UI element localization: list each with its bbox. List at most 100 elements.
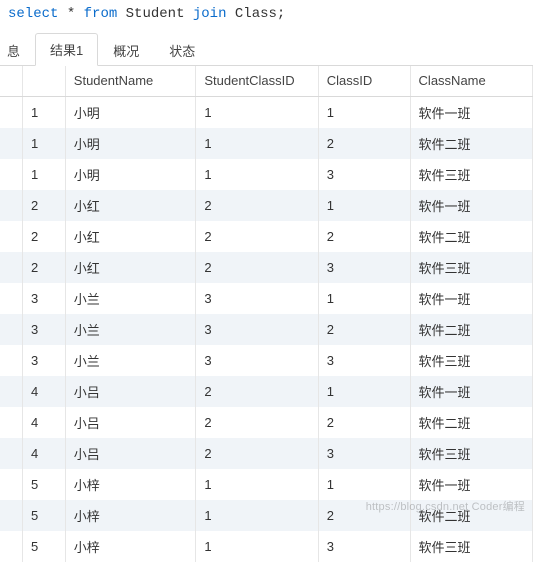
- cell-studentclassid[interactable]: 2: [196, 407, 318, 438]
- tab-result1[interactable]: 结果1: [35, 33, 98, 66]
- cell-classid[interactable]: 2: [318, 128, 410, 159]
- cell-classname[interactable]: 软件一班: [410, 96, 532, 128]
- cell-studentid[interactable]: 1: [22, 128, 65, 159]
- table-row[interactable]: 1小明11软件一班: [0, 96, 533, 128]
- cell-classid[interactable]: 2: [318, 407, 410, 438]
- cell-studentclassid[interactable]: 2: [196, 221, 318, 252]
- cell-classname[interactable]: 软件一班: [410, 376, 532, 407]
- cell-studentid[interactable]: 5: [22, 469, 65, 500]
- cell-studentid[interactable]: 2: [22, 190, 65, 221]
- cell-studentname[interactable]: 小明: [65, 128, 196, 159]
- cell-classname[interactable]: 软件三班: [410, 159, 532, 190]
- cell-studentid[interactable]: 5: [22, 500, 65, 531]
- cell-classid[interactable]: 2: [318, 221, 410, 252]
- cell-studentname[interactable]: 小红: [65, 190, 196, 221]
- cell-studentclassid[interactable]: 2: [196, 376, 318, 407]
- col-header-studentid[interactable]: [22, 66, 65, 96]
- col-header-classid[interactable]: ClassID: [318, 66, 410, 96]
- cell-studentname[interactable]: 小兰: [65, 314, 196, 345]
- cell-studentclassid[interactable]: 1: [196, 531, 318, 562]
- table-row[interactable]: 4小吕23软件三班: [0, 438, 533, 469]
- cell-rownum[interactable]: [0, 283, 22, 314]
- cell-classname[interactable]: 软件二班: [410, 500, 532, 531]
- cell-studentid[interactable]: 4: [22, 407, 65, 438]
- col-header-rownum[interactable]: [0, 66, 22, 96]
- cell-rownum[interactable]: [0, 96, 22, 128]
- cell-studentclassid[interactable]: 1: [196, 500, 318, 531]
- cell-studentid[interactable]: 2: [22, 252, 65, 283]
- col-header-studentclassid[interactable]: StudentClassID: [196, 66, 318, 96]
- cell-rownum[interactable]: [0, 531, 22, 562]
- cell-studentid[interactable]: 1: [22, 159, 65, 190]
- cell-studentname[interactable]: 小梓: [65, 469, 196, 500]
- cell-rownum[interactable]: [0, 469, 22, 500]
- table-row[interactable]: 2小红23软件三班: [0, 252, 533, 283]
- cell-classname[interactable]: 软件一班: [410, 190, 532, 221]
- cell-rownum[interactable]: [0, 438, 22, 469]
- cell-rownum[interactable]: [0, 500, 22, 531]
- cell-rownum[interactable]: [0, 252, 22, 283]
- cell-classid[interactable]: 1: [318, 190, 410, 221]
- table-row[interactable]: 2小红21软件一班: [0, 190, 533, 221]
- cell-classid[interactable]: 3: [318, 531, 410, 562]
- cell-classname[interactable]: 软件三班: [410, 438, 532, 469]
- cell-classid[interactable]: 1: [318, 283, 410, 314]
- cell-studentname[interactable]: 小明: [65, 96, 196, 128]
- result-grid[interactable]: StudentName StudentClassID ClassID Class…: [0, 66, 533, 562]
- cell-classname[interactable]: 软件二班: [410, 128, 532, 159]
- cell-rownum[interactable]: [0, 190, 22, 221]
- sql-editor-line[interactable]: select * from Student join Class;: [0, 0, 533, 32]
- table-row[interactable]: 5小梓11软件一班: [0, 469, 533, 500]
- cell-classid[interactable]: 3: [318, 159, 410, 190]
- cell-studentid[interactable]: 4: [22, 438, 65, 469]
- table-row[interactable]: 3小兰32软件二班: [0, 314, 533, 345]
- cell-classid[interactable]: 1: [318, 469, 410, 500]
- cell-rownum[interactable]: [0, 407, 22, 438]
- cell-studentclassid[interactable]: 1: [196, 159, 318, 190]
- cell-studentid[interactable]: 2: [22, 221, 65, 252]
- cell-studentid[interactable]: 3: [22, 314, 65, 345]
- col-header-studentname[interactable]: StudentName: [65, 66, 196, 96]
- cell-studentname[interactable]: 小吕: [65, 376, 196, 407]
- cell-classid[interactable]: 1: [318, 96, 410, 128]
- table-row[interactable]: 5小梓13软件三班: [0, 531, 533, 562]
- cell-rownum[interactable]: [0, 314, 22, 345]
- table-row[interactable]: 1小明13软件三班: [0, 159, 533, 190]
- table-row[interactable]: 2小红22软件二班: [0, 221, 533, 252]
- cell-studentname[interactable]: 小红: [65, 221, 196, 252]
- cell-classname[interactable]: 软件二班: [410, 407, 532, 438]
- tab-info-partial[interactable]: 息: [0, 34, 35, 66]
- tab-status[interactable]: 状态: [154, 34, 210, 66]
- cell-classid[interactable]: 1: [318, 376, 410, 407]
- cell-studentclassid[interactable]: 2: [196, 438, 318, 469]
- cell-rownum[interactable]: [0, 376, 22, 407]
- cell-studentid[interactable]: 5: [22, 531, 65, 562]
- table-row[interactable]: 1小明12软件二班: [0, 128, 533, 159]
- cell-studentname[interactable]: 小吕: [65, 438, 196, 469]
- cell-studentclassid[interactable]: 3: [196, 283, 318, 314]
- cell-studentclassid[interactable]: 1: [196, 469, 318, 500]
- cell-studentid[interactable]: 1: [22, 96, 65, 128]
- tab-overview[interactable]: 概况: [98, 34, 154, 66]
- cell-studentid[interactable]: 3: [22, 345, 65, 376]
- cell-studentid[interactable]: 4: [22, 376, 65, 407]
- cell-classid[interactable]: 3: [318, 252, 410, 283]
- cell-classname[interactable]: 软件三班: [410, 345, 532, 376]
- cell-classid[interactable]: 2: [318, 500, 410, 531]
- cell-studentname[interactable]: 小兰: [65, 283, 196, 314]
- cell-studentclassid[interactable]: 2: [196, 252, 318, 283]
- cell-studentclassid[interactable]: 3: [196, 314, 318, 345]
- cell-rownum[interactable]: [0, 345, 22, 376]
- cell-studentname[interactable]: 小明: [65, 159, 196, 190]
- table-row[interactable]: 3小兰31软件一班: [0, 283, 533, 314]
- cell-classid[interactable]: 3: [318, 438, 410, 469]
- table-row[interactable]: 4小吕22软件二班: [0, 407, 533, 438]
- col-header-classname[interactable]: ClassName: [410, 66, 532, 96]
- cell-studentclassid[interactable]: 2: [196, 190, 318, 221]
- cell-rownum[interactable]: [0, 128, 22, 159]
- cell-studentname[interactable]: 小红: [65, 252, 196, 283]
- cell-classname[interactable]: 软件三班: [410, 531, 532, 562]
- cell-studentname[interactable]: 小梓: [65, 500, 196, 531]
- cell-classid[interactable]: 2: [318, 314, 410, 345]
- table-row[interactable]: 4小吕21软件一班: [0, 376, 533, 407]
